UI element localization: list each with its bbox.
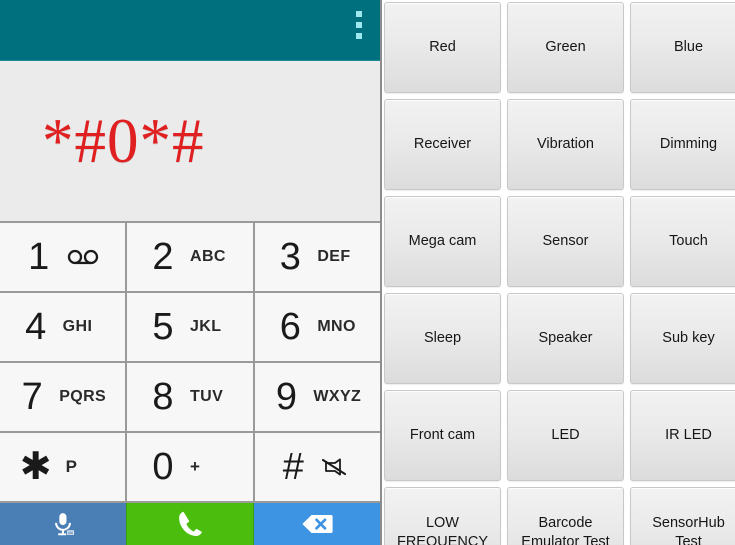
key-digit: 2 bbox=[152, 236, 174, 278]
service-mode-button-label: LED bbox=[551, 427, 580, 444]
service-mode-button[interactable]: Sleep bbox=[384, 293, 501, 384]
key-4[interactable]: 4 GHI bbox=[0, 293, 126, 361]
overflow-dot bbox=[356, 22, 362, 28]
service-mode-button-label: Mega cam bbox=[408, 233, 477, 250]
key-star[interactable]: ✱ P bbox=[0, 433, 126, 501]
screenshot-root: *#0*# 1 2 ABC 3 DEF 4 GHI 5 JKL 6 MNO 7 PQRS 8 TUV 9 WXY… bbox=[0, 0, 735, 545]
overflow-dot bbox=[356, 11, 362, 17]
key-digit: 3 bbox=[279, 236, 301, 278]
service-mode-button[interactable]: Speaker bbox=[507, 293, 624, 384]
key-1[interactable]: 1 bbox=[0, 223, 126, 291]
key-digit: ✱ bbox=[19, 446, 52, 488]
service-mode-button-label: LOW FREQUENCY bbox=[396, 515, 489, 545]
service-mode-button[interactable]: IR LED bbox=[630, 390, 735, 481]
key-sublabel: TUV bbox=[189, 388, 224, 405]
service-mode-button[interactable]: Sensor bbox=[507, 196, 624, 287]
key-digit: 7 bbox=[21, 376, 43, 418]
service-mode-button-label: Barcode Emulator Test bbox=[521, 515, 610, 545]
key-sublabel: DEF bbox=[317, 248, 351, 265]
key-sublabel: JKL bbox=[189, 318, 222, 335]
service-mode-button[interactable]: Mega cam bbox=[384, 196, 501, 287]
service-mode-button-label: Front cam bbox=[409, 427, 476, 444]
service-mode-button[interactable]: Sub key bbox=[630, 293, 735, 384]
overflow-menu-icon[interactable] bbox=[356, 11, 362, 39]
key-digit: 8 bbox=[152, 376, 174, 418]
service-mode-button-label: Speaker bbox=[538, 330, 593, 347]
service-mode-button-label: Blue bbox=[673, 39, 704, 56]
backspace-button[interactable] bbox=[254, 503, 380, 545]
microphone-icon bbox=[55, 513, 76, 537]
service-mode-button-label: Vibration bbox=[537, 136, 594, 153]
key-8[interactable]: 8 TUV bbox=[127, 363, 253, 431]
service-mode-button-label: Red bbox=[429, 39, 456, 56]
key-digit: 0 bbox=[152, 446, 174, 488]
service-mode-button-label: Green bbox=[545, 39, 586, 56]
service-mode-button[interactable]: Dimming bbox=[630, 99, 735, 190]
service-mode-button-label: IR LED bbox=[665, 427, 712, 444]
service-mode-button[interactable]: Blue bbox=[630, 2, 735, 93]
key-digit: # bbox=[282, 446, 304, 488]
dialer-action-bar bbox=[0, 503, 380, 545]
key-5[interactable]: 5 JKL bbox=[127, 293, 253, 361]
voicemail-icon bbox=[66, 246, 100, 268]
service-mode-button-label: Sensor bbox=[542, 233, 589, 250]
key-0[interactable]: 0 + bbox=[127, 433, 253, 501]
key-digit: 1 bbox=[28, 236, 50, 278]
key-sublabel: PQRS bbox=[59, 388, 107, 405]
key-9[interactable]: 9 WXYZ bbox=[254, 363, 380, 431]
service-mode-panel: Red Green Blue Receiver Vibration Dimming Mega… bbox=[382, 0, 735, 545]
service-mode-button-label: Receiver bbox=[413, 136, 472, 153]
dialpad-grid: 1 2 ABC 3 DEF 4 GHI 5 JKL 6 MNO 7 PQRS 8 TUV 9 WXYZ ✱ P 0 + # bbox=[0, 223, 380, 503]
service-mode-button[interactable]: LED bbox=[507, 390, 624, 481]
service-mode-button[interactable]: SensorHub Test bbox=[630, 487, 735, 545]
service-mode-button[interactable]: Touch bbox=[630, 196, 735, 287]
key-2[interactable]: 2 ABC bbox=[127, 223, 253, 291]
service-mode-button-label: Dimming bbox=[659, 136, 718, 153]
key-7[interactable]: 7 PQRS bbox=[0, 363, 126, 431]
key-6[interactable]: 6 MNO bbox=[254, 293, 380, 361]
service-mode-button-label: Sleep bbox=[423, 330, 462, 347]
key-digit: 9 bbox=[275, 376, 297, 418]
key-sublabel: GHI bbox=[62, 318, 93, 335]
service-mode-button[interactable]: Barcode Emulator Test bbox=[507, 487, 624, 545]
key-digit: 4 bbox=[25, 306, 47, 348]
key-sublabel: P bbox=[65, 457, 78, 476]
key-digit: 6 bbox=[279, 306, 301, 348]
phone-handset-icon bbox=[179, 511, 202, 537]
key-sublabel: + bbox=[189, 457, 201, 476]
service-mode-button-label: Touch bbox=[669, 233, 708, 250]
call-button[interactable] bbox=[126, 503, 254, 545]
overflow-dot bbox=[356, 33, 362, 39]
service-mode-button[interactable]: Green bbox=[507, 2, 624, 93]
service-mode-button[interactable]: LOW FREQUENCY bbox=[384, 487, 501, 545]
dialed-number-text: *#0*# bbox=[42, 105, 205, 176]
phone-dialer-panel: *#0*# 1 2 ABC 3 DEF 4 GHI 5 JKL 6 MNO 7 PQRS 8 TUV 9 WXY… bbox=[0, 0, 382, 545]
key-digit: 5 bbox=[152, 306, 174, 348]
backspace-icon bbox=[302, 515, 333, 533]
service-mode-button[interactable]: Red bbox=[384, 2, 501, 93]
dialed-number-display[interactable]: *#0*# bbox=[0, 61, 380, 223]
service-mode-button-label: SensorHub Test bbox=[652, 515, 725, 545]
service-mode-button[interactable]: Front cam bbox=[384, 390, 501, 481]
silent-mode-icon bbox=[320, 456, 354, 478]
key-sublabel: MNO bbox=[317, 318, 356, 335]
key-hash[interactable]: # bbox=[254, 433, 380, 501]
service-mode-button[interactable]: Vibration bbox=[507, 99, 624, 190]
key-sublabel: ABC bbox=[189, 248, 226, 265]
key-3[interactable]: 3 DEF bbox=[254, 223, 380, 291]
voice-input-button[interactable] bbox=[0, 503, 126, 545]
service-mode-button[interactable]: Receiver bbox=[384, 99, 501, 190]
service-mode-button-label: Sub key bbox=[662, 330, 715, 347]
key-sublabel: WXYZ bbox=[313, 388, 362, 405]
app-bar bbox=[0, 0, 380, 61]
